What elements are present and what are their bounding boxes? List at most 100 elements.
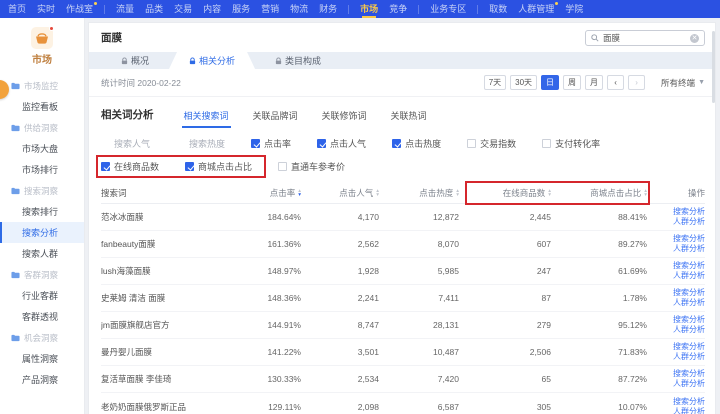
nav-item-finance[interactable]: 财务 [319,0,337,18]
checkbox-unchecked[interactable] [278,162,288,171]
filter-label: 直通车参考价 [291,162,346,172]
nav-item-traffic[interactable]: 流量 [116,0,134,18]
search-analysis-link[interactable]: 搜索分析 [673,342,705,352]
audience-analysis-link[interactable]: 人群分析 [673,217,705,227]
nav-item-academy[interactable]: 学院 [565,0,583,18]
tab-related-analysis[interactable]: 相关分析 [169,52,255,69]
search-input[interactable]: 面膜 [603,32,686,44]
search-analysis-link[interactable]: 搜索分析 [673,288,705,298]
nav-item-trade[interactable]: 交易 [174,0,192,18]
nav-item-warroom[interactable]: 作战室 [66,0,98,18]
cell-online-items: 2,506 [529,347,551,357]
nav-item-category[interactable]: 品类 [145,0,163,18]
nav-item-logistics[interactable]: 物流 [290,0,308,18]
filter-online-items[interactable]: 在线商品数 [101,160,159,173]
cell-keyword[interactable]: lush海藻面膜 [101,265,229,277]
granularity-month-button[interactable]: 月 [585,75,604,90]
scrollbar[interactable] [712,31,715,103]
checkbox-checked[interactable] [317,139,327,148]
sidebar-item-market-ranking[interactable]: 市场排行 [0,159,84,180]
column-header-online-items[interactable]: 在线商品数 ▴ ▾ [459,187,551,199]
keyword-search-box[interactable]: 面膜 ✕ [585,30,705,46]
filter-ztc-reference-price[interactable]: 直通车参考价 [278,160,345,173]
search-analysis-link[interactable]: 搜索分析 [673,207,705,217]
checkbox-checked[interactable] [251,139,261,148]
audience-analysis-link[interactable]: 人群分析 [673,407,705,414]
nav-item-content[interactable]: 内容 [203,0,221,18]
sidebar-item-product-insight[interactable]: 产品洞察 [0,369,84,390]
range-7d-button[interactable]: 7天 [483,75,507,90]
cell-keyword[interactable]: 复活草面膜 李佳琦 [101,373,229,385]
audience-analysis-link[interactable]: 人群分析 [673,379,705,389]
column-header-click-popularity[interactable]: 点击人气 ▴ ▾ [301,187,379,199]
filter-trade-index[interactable]: 交易指数 [467,137,516,150]
column-header-click-rate[interactable]: 点击率 ▴ ▾ [229,187,301,199]
tab-overview[interactable]: 概况 [101,52,169,69]
sidebar-item-search-analysis[interactable]: 搜索分析 [0,222,84,243]
cell-keyword[interactable]: jm面膜旗舰店官方 [101,319,229,331]
checkbox-checked[interactable] [185,162,195,171]
sort-icon[interactable]: ▴ ▾ [644,188,647,198]
clear-search-icon[interactable]: ✕ [690,33,699,43]
cell-keyword[interactable]: fanbeauty面膜 [101,238,229,250]
filter-payment-conversion[interactable]: 支付转化率 [542,137,600,150]
cell-keyword[interactable]: 史莱姆 清洁 面膜 [101,292,229,304]
nav-item-competition[interactable]: 竞争 [389,0,407,18]
nav-item-audience-mgmt[interactable]: 人群管理 [518,0,559,18]
search-analysis-link[interactable]: 搜索分析 [673,397,705,407]
search-analysis-link[interactable]: 搜索分析 [673,369,705,379]
sidebar-item-industry-customers[interactable]: 行业客群 [0,285,84,306]
prev-date-button[interactable]: ‹ [607,75,625,90]
column-header-mall-click-share[interactable]: 商城点击占比 ▴ ▾ [551,187,647,199]
nav-item-realtime[interactable]: 实时 [37,0,55,18]
checkbox-checked[interactable] [101,162,110,171]
granularity-week-button[interactable]: 周 [563,75,582,90]
sidebar-item-monitor-board[interactable]: 监控看板 [0,96,84,117]
checkbox-unchecked[interactable] [542,139,552,148]
nav-item-business-zone[interactable]: 业务专区 [430,0,466,18]
cell-click-heat: 8,070 [437,239,459,249]
search-analysis-link[interactable]: 搜索分析 [673,315,705,325]
sidebar-item-market-overview[interactable]: 市场大盘 [0,138,84,159]
table-row: 曼丹婴儿面膜 141.22% 3,501 10,487 2,506 71.83%… [101,339,705,366]
nav-divider [418,4,420,14]
filter-click-rate[interactable]: 点击率 [251,137,291,150]
sidebar-item-attribute-insight[interactable]: 属性洞察 [0,348,84,369]
filter-click-popularity[interactable]: 点击人气 [317,137,366,150]
nav-item-data-fetch[interactable]: 取数 [489,0,507,18]
column-header-click-heat[interactable]: 点击热度 ▴ ▾ [379,187,459,199]
checkbox-unchecked[interactable] [467,139,477,148]
cell-keyword[interactable]: 范冰冰面膜 [101,211,229,223]
annotation-red-box-filters: 在线商品数 商城点击占比 [95,155,278,178]
sidebar-item-search-audience[interactable]: 搜索人群 [0,243,84,264]
cell-click-popularity: 2,241 [357,293,379,303]
sidebar-item-customer-perspective[interactable]: 客群透视 [0,306,84,327]
nav-item-service[interactable]: 服务 [232,0,250,18]
subtab-related-brand-words[interactable]: 关联品牌词 [253,109,298,128]
audience-analysis-link[interactable]: 人群分析 [673,352,705,362]
search-analysis-link[interactable]: 搜索分析 [673,234,705,244]
nav-item-home[interactable]: 首页 [8,0,26,18]
checkbox-checked[interactable] [392,139,402,148]
range-30d-button[interactable]: 30天 [510,75,538,90]
filter-click-heat[interactable]: 点击热度 [392,137,441,150]
cell-click-popularity: 3,501 [357,347,379,357]
audience-analysis-link[interactable]: 人群分析 [673,325,705,335]
audience-analysis-link[interactable]: 人群分析 [673,244,705,254]
nav-item-marketing[interactable]: 营销 [261,0,279,18]
sidebar-item-search-ranking[interactable]: 搜索排行 [0,201,84,222]
nav-item-market[interactable]: 市场 [360,0,378,18]
granularity-day-button[interactable]: 日 [541,75,560,90]
tab-category-composition[interactable]: 类目构成 [255,52,341,69]
next-date-button[interactable]: › [628,75,646,90]
cell-keyword[interactable]: 老奶奶面膜俄罗斯正品 [101,401,229,413]
subtab-related-modifier-words[interactable]: 关联修饰词 [322,109,367,128]
subtab-related-search-words[interactable]: 相关搜索词 [181,109,231,128]
filter-mall-click-share[interactable]: 商城点击占比 [185,160,252,173]
terminal-select[interactable]: 所有终端 ▼ [661,77,705,89]
audience-analysis-link[interactable]: 人群分析 [673,271,705,281]
search-analysis-link[interactable]: 搜索分析 [673,261,705,271]
audience-analysis-link[interactable]: 人群分析 [673,298,705,308]
cell-keyword[interactable]: 曼丹婴儿面膜 [101,346,229,358]
subtab-related-hot-words[interactable]: 关联热词 [391,109,427,128]
